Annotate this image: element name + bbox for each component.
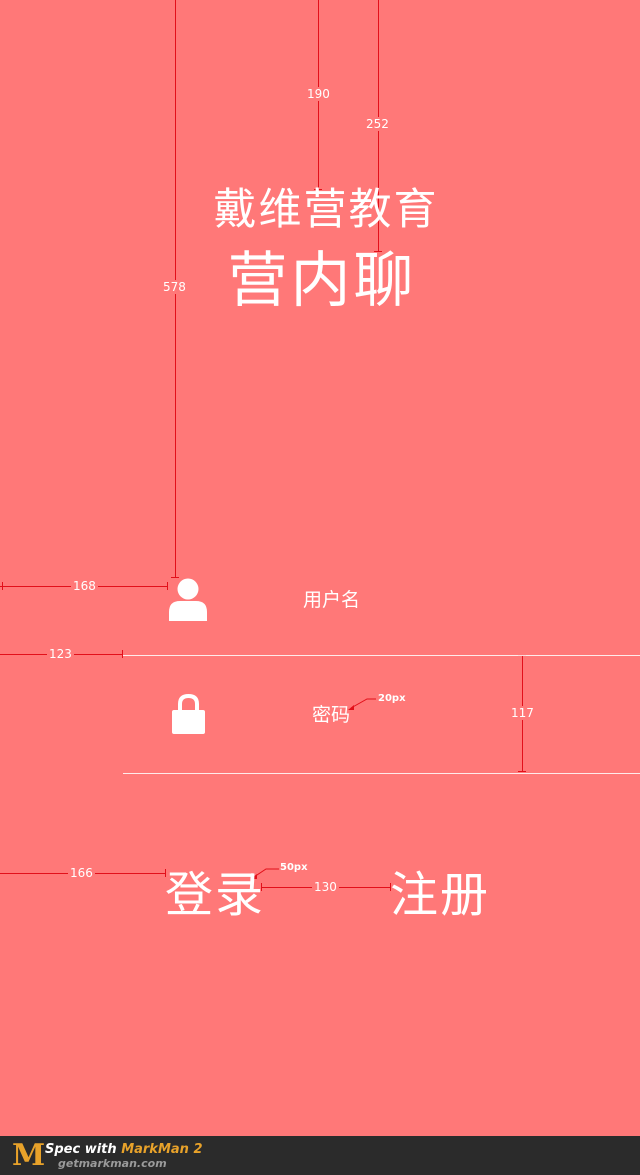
username-field[interactable]: 用户名	[303, 588, 360, 612]
password-field[interactable]: 密码	[312, 703, 350, 727]
measure-label-123: 123	[47, 647, 74, 661]
markman-logo: M	[12, 1138, 46, 1173]
font-callout-50: 50px	[280, 862, 308, 873]
password-row[interactable]: 密码	[123, 656, 640, 772]
measure-label-252: 252	[364, 117, 391, 131]
measure-label-168: 168	[71, 579, 98, 593]
user-icon	[169, 578, 207, 621]
measure-label-130: 130	[312, 880, 339, 894]
username-row[interactable]: 用户名	[123, 570, 640, 654]
markman-spec-text: Spec with MarkMan 2	[45, 1142, 203, 1157]
register-button[interactable]: 注册	[390, 868, 490, 922]
app-subtitle: 戴维营教育	[213, 185, 439, 235]
measure-label-166: 166	[68, 866, 95, 880]
login-button[interactable]: 登录	[165, 868, 265, 922]
markman-brand: MarkMan 2	[121, 1142, 203, 1157]
app-title: 营内聊	[227, 246, 417, 316]
markman-url: getmarkman.com	[58, 1157, 167, 1170]
measure-label-190: 190	[305, 87, 332, 101]
markman-spec-prefix: Spec with	[45, 1142, 122, 1157]
markman-footer: M Spec with MarkMan 2 getmarkman.com	[0, 1136, 640, 1175]
lock-icon	[172, 694, 205, 734]
password-divider	[123, 773, 640, 774]
measure-tick	[2, 582, 3, 590]
